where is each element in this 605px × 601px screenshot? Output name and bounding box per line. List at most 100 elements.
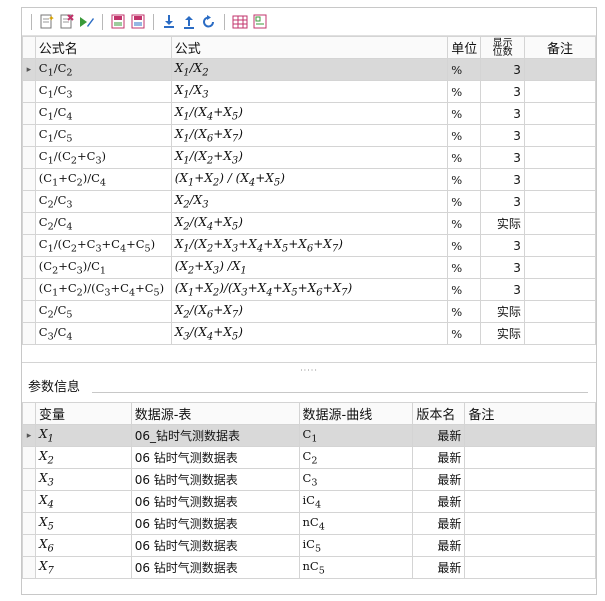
param-row[interactable]: X5 06 钻时气测数据表 nC4 最新 [22, 512, 596, 535]
variable-cell[interactable]: X1 [34, 424, 132, 447]
new-formula-icon[interactable]: ✦ [38, 13, 56, 31]
digits-cell[interactable]: 实际 [480, 300, 525, 323]
digits-cell[interactable]: 3 [480, 124, 525, 147]
digits-cell[interactable]: 3 [480, 190, 525, 213]
save-as-icon[interactable] [129, 13, 147, 31]
source-curve-cell[interactable]: nC5 [298, 556, 414, 579]
digits-cell[interactable]: 实际 [480, 212, 525, 235]
row-header[interactable] [22, 556, 36, 579]
formula-row[interactable]: C1/C4 X1/(X4+X5)% 3 [22, 102, 596, 125]
source-curve-cell[interactable]: C3 [298, 468, 414, 491]
row-header[interactable] [22, 534, 36, 557]
note-cell[interactable] [523, 322, 596, 345]
variable-cell[interactable]: X6 [34, 534, 132, 557]
column-header-digits[interactable]: 显示 位数 [480, 36, 525, 59]
formula-settings-icon[interactable] [251, 13, 269, 31]
note-cell[interactable] [464, 446, 596, 469]
export-icon[interactable] [180, 13, 198, 31]
variable-cell[interactable]: X3 [34, 468, 132, 491]
variable-cell[interactable]: X7 [34, 556, 132, 579]
param-row[interactable]: X2 06 钻时气测数据表 C2 最新 [22, 446, 596, 469]
row-header[interactable] [22, 322, 36, 345]
source-curve-cell[interactable]: iC5 [298, 534, 414, 557]
source-table-cell[interactable]: 06_钻时气测数据表 [130, 424, 300, 447]
save-icon[interactable] [109, 13, 127, 31]
param-row[interactable]: X4 06 钻时气测数据表 iC4 最新 [22, 490, 596, 513]
row-header[interactable] [22, 80, 36, 103]
column-header-unit[interactable]: 单位 [447, 36, 482, 59]
formula-row[interactable]: (C2+C3)/C1 (X2+X3) /X1% 3 [22, 256, 596, 279]
column-header-version[interactable]: 版本名 [412, 402, 466, 425]
digits-cell[interactable]: 3 [480, 58, 525, 81]
source-table-cell[interactable]: 06 钻时气测数据表 [130, 446, 300, 469]
row-header[interactable] [22, 234, 36, 257]
param-row[interactable]: X7 06 钻时气测数据表 nC5 最新 [22, 556, 596, 579]
row-header[interactable]: ▸ [22, 58, 36, 81]
version-cell[interactable]: 最新 [412, 468, 466, 491]
digits-cell[interactable]: 3 [480, 256, 525, 279]
source-table-cell[interactable]: 06 钻时气测数据表 [130, 468, 300, 491]
row-header[interactable] [22, 168, 36, 191]
param-row[interactable]: X3 06 钻时气测数据表 C3 最新 [22, 468, 596, 491]
formula-name-cell[interactable]: C1/C5 [34, 124, 172, 147]
formula-name-cell[interactable]: C1/C4 [34, 102, 172, 125]
formula-row[interactable]: C2/C4 X2/(X4+X5)% 实际 [22, 212, 596, 235]
formula-name-cell[interactable]: (C1+C2)/C4 [34, 168, 172, 191]
formula-expression-cell[interactable]: X1/X3 [170, 80, 449, 103]
digits-cell[interactable]: 3 [480, 80, 525, 103]
unit-cell[interactable]: % [447, 234, 482, 257]
unit-cell[interactable]: % [447, 146, 482, 169]
formula-name-cell[interactable]: C3/C4 [34, 322, 172, 345]
unit-cell[interactable]: % [447, 278, 482, 301]
version-cell[interactable]: 最新 [412, 490, 466, 513]
version-cell[interactable]: 最新 [412, 446, 466, 469]
row-header[interactable] [22, 446, 36, 469]
panel-splitter[interactable]: ····· [22, 362, 596, 377]
note-cell[interactable] [523, 190, 596, 213]
note-cell[interactable] [464, 512, 596, 535]
digits-cell[interactable]: 3 [480, 234, 525, 257]
unit-cell[interactable]: % [447, 190, 482, 213]
source-curve-cell[interactable]: iC4 [298, 490, 414, 513]
param-row[interactable]: ▸ X1 06_钻时气测数据表 C1 最新 [22, 424, 596, 447]
unit-cell[interactable]: % [447, 80, 482, 103]
column-header-name[interactable]: 公式名 [34, 36, 172, 59]
variable-cell[interactable]: X5 [34, 512, 132, 535]
note-cell[interactable] [464, 534, 596, 557]
note-cell[interactable] [464, 424, 596, 447]
formula-name-cell[interactable]: C1/(C2+C3+C4+C5) [34, 234, 172, 257]
table-view-icon[interactable] [231, 13, 249, 31]
formula-expression-cell[interactable]: (X1+X2) / (X4+X5) [170, 168, 449, 191]
refresh-icon[interactable] [200, 13, 218, 31]
formula-name-cell[interactable]: C1/C2 [34, 58, 172, 81]
note-cell[interactable] [523, 256, 596, 279]
digits-cell[interactable]: 3 [480, 102, 525, 125]
variable-cell[interactable]: X4 [34, 490, 132, 513]
row-header[interactable] [22, 468, 36, 491]
formula-row[interactable]: C2/C3 X2/X3% 3 [22, 190, 596, 213]
note-cell[interactable] [464, 556, 596, 579]
formula-row[interactable]: ▸ C1/C2 X1/X2% 3 [22, 58, 596, 81]
variable-cell[interactable]: X2 [34, 446, 132, 469]
digits-cell[interactable]: 3 [480, 278, 525, 301]
formula-expression-cell[interactable]: X1/(X2+X3) [170, 146, 449, 169]
version-cell[interactable]: 最新 [412, 424, 466, 447]
row-header[interactable] [22, 512, 36, 535]
note-cell[interactable] [523, 124, 596, 147]
formula-row[interactable]: C3/C4 X3/(X4+X5)% 实际 [22, 322, 596, 345]
formula-name-cell[interactable]: C1/(C2+C3) [34, 146, 172, 169]
row-header[interactable] [22, 300, 36, 323]
formula-row[interactable]: (C1+C2)/C4 (X1+X2) / (X4+X5)% 3 [22, 168, 596, 191]
unit-cell[interactable]: % [447, 322, 482, 345]
formula-expression-cell[interactable]: X2/X3 [170, 190, 449, 213]
digits-cell[interactable]: 3 [480, 146, 525, 169]
note-cell[interactable] [523, 300, 596, 323]
source-table-cell[interactable]: 06 钻时气测数据表 [130, 512, 300, 535]
formula-grid-viewport[interactable]: 公式名 公式 单位 显示 位数 备注 ▸ C1/C2 X1/X2% 3 C1/C3 X1/… [22, 36, 596, 362]
version-cell[interactable]: 最新 [412, 534, 466, 557]
note-cell[interactable] [464, 468, 596, 491]
row-header[interactable] [22, 124, 36, 147]
row-header[interactable] [22, 490, 36, 513]
formula-row[interactable]: C1/(C2+C3+C4+C5) X1/(X2+X3+X4+X5+X6+X7)% 3 [22, 234, 596, 257]
edit-formula-icon[interactable] [78, 13, 96, 31]
